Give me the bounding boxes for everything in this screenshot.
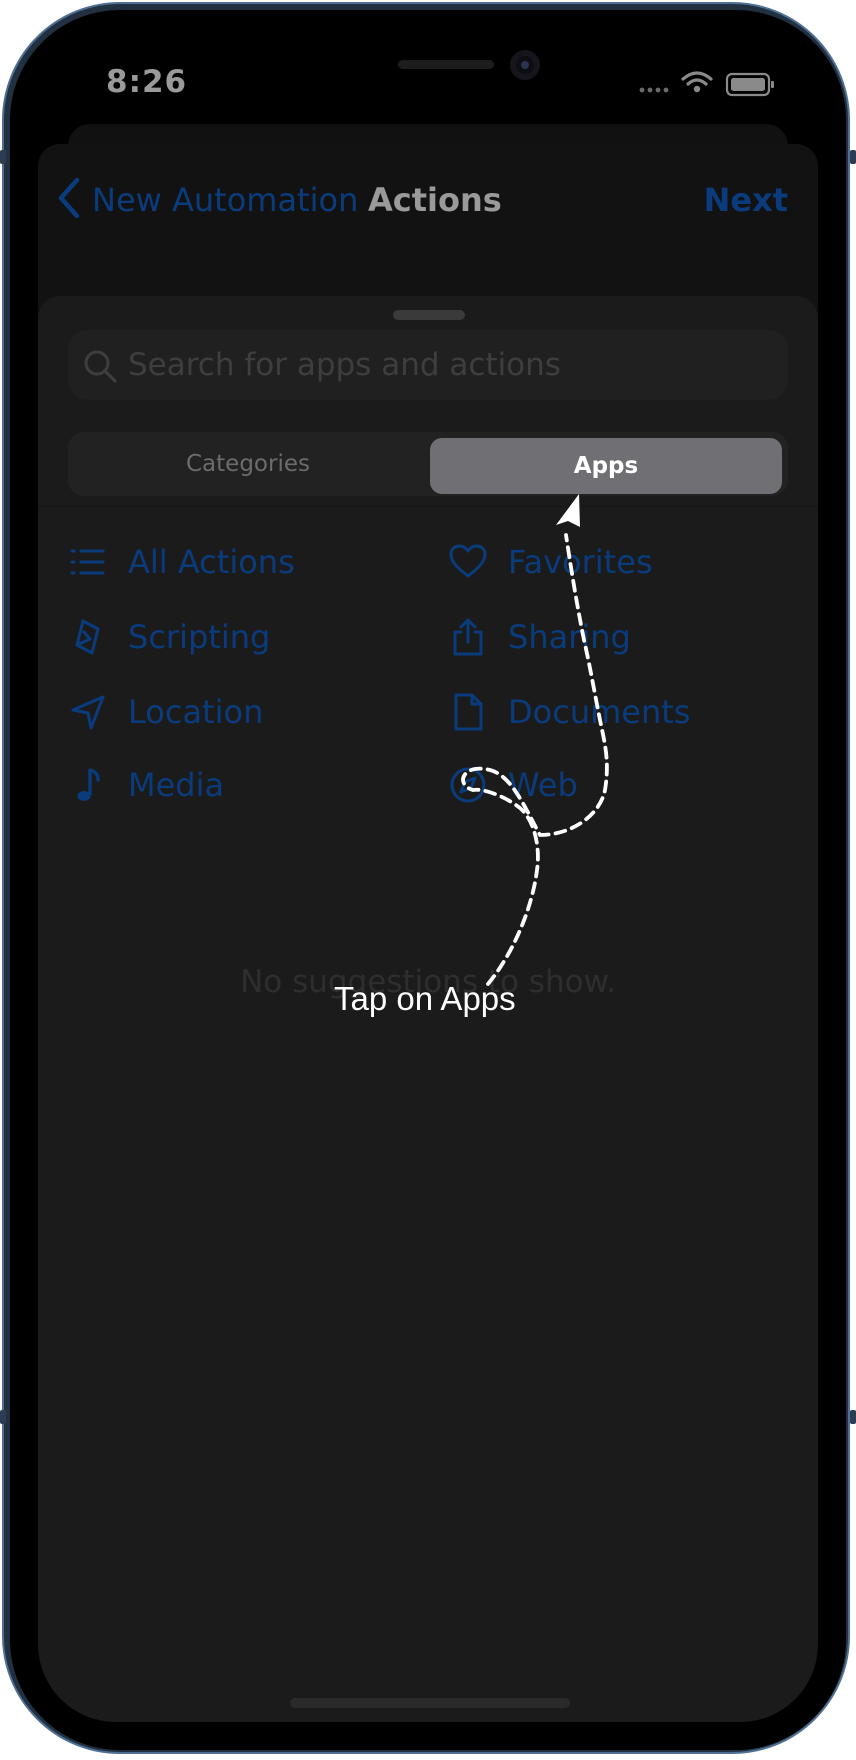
annotation-arrow xyxy=(461,494,609,986)
arrow-head-icon xyxy=(556,494,580,527)
annotation-label: Tap on Apps xyxy=(334,980,516,1017)
phone-mockup: 8:26 New Automation Actions Next Search … xyxy=(0,0,856,1760)
